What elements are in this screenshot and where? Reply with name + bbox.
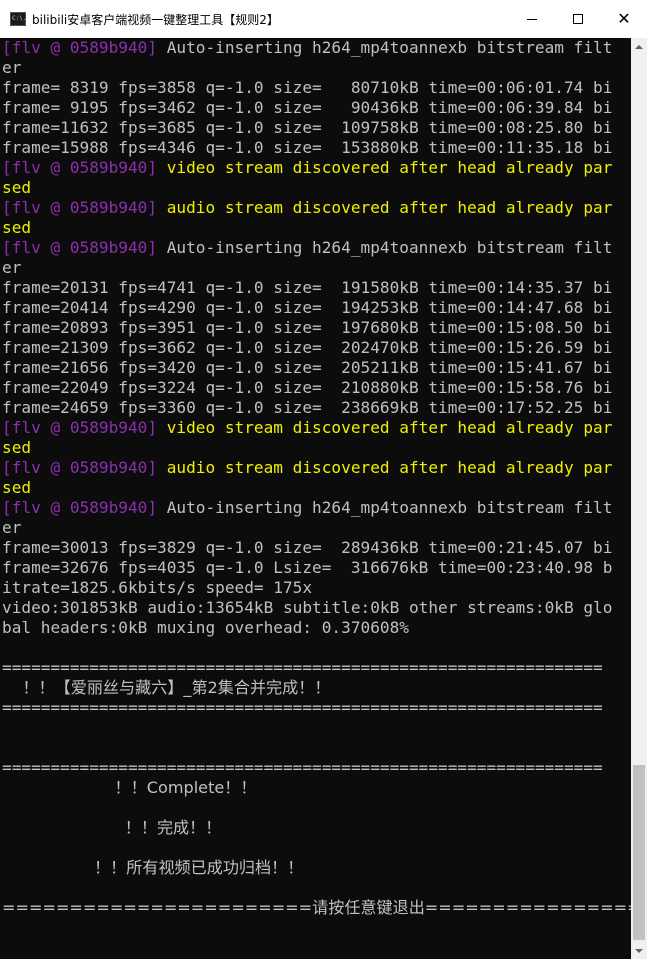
console-line: ========================================… (2, 698, 603, 718)
minimize-icon (527, 18, 537, 20)
close-icon: ✕ (617, 9, 631, 28)
title-bar[interactable]: C:\. bilibili安卓客户端视频一键整理工具【规则2】 ✕ (0, 0, 647, 38)
console-line: sed (2, 478, 31, 498)
window-title: bilibili安卓客户端视频一键整理工具【规则2】 (32, 13, 279, 27)
console-line: [flv @ 0589b940] Auto-inserting h264_mp4… (2, 38, 612, 58)
log-prefix: [flv @ 0589b940] (2, 198, 167, 217)
log-text: er (2, 258, 22, 277)
chevron-up-icon (635, 44, 643, 49)
console-line: video:301853kB audio:13654kB subtitle:0k… (2, 598, 612, 618)
console-line: frame=11632 fps=3685 q=-1.0 size= 109758… (2, 118, 612, 138)
log-text: frame=22049 fps=3224 q=-1.0 size= 210880… (2, 378, 613, 397)
log-text: frame=11632 fps=3685 q=-1.0 size= 109758… (2, 118, 613, 137)
maximize-icon (573, 14, 583, 24)
log-text: ========================================… (2, 758, 603, 777)
log-prefix: [flv @ 0589b940] (2, 238, 167, 257)
log-text: er (2, 518, 22, 537)
console-line: frame=24659 fps=3360 q=-1.0 size= 238669… (2, 398, 612, 418)
log-text: frame=21309 fps=3662 q=-1.0 size= 202470… (2, 338, 613, 357)
scroll-up-button[interactable] (631, 38, 647, 55)
console-line: frame=21309 fps=3662 q=-1.0 size= 202470… (2, 338, 612, 358)
console-line: sed (2, 218, 31, 238)
log-prefix: [flv @ 0589b940] (2, 498, 167, 517)
log-text: frame=20131 fps=4741 q=-1.0 size= 191580… (2, 278, 613, 297)
chevron-down-icon (635, 948, 643, 953)
console-line: [flv @ 0589b940] Auto-inserting h264_mp4… (2, 238, 612, 258)
console-line: bal headers:0kB muxing overhead: 0.37060… (2, 618, 409, 638)
console-output[interactable]: [flv @ 0589b940] Auto-inserting h264_mp4… (0, 38, 631, 959)
console-line: frame=20414 fps=4290 q=-1.0 size= 194253… (2, 298, 612, 318)
console-line: frame=20893 fps=3951 q=-1.0 size= 197680… (2, 318, 612, 338)
console-line: itrate=1825.6kbits/s speed= 175x (2, 578, 312, 598)
minimize-button[interactable] (509, 0, 555, 38)
console-line: =======================请按任意键退出==========… (2, 898, 631, 918)
console-line: frame= 9195 fps=3462 q=-1.0 size= 90436k… (2, 98, 612, 118)
log-text: sed (2, 178, 32, 197)
console-line: ========================================… (2, 758, 603, 778)
maximize-button[interactable] (555, 0, 601, 38)
console-app-icon[interactable]: C:\. (10, 12, 26, 26)
log-text: itrate=1825.6kbits/s speed= 175x (2, 578, 313, 597)
console-line: [flv @ 0589b940] video stream discovered… (2, 158, 612, 178)
log-text: frame=15988 fps=4346 q=-1.0 size= 153880… (2, 138, 613, 157)
console-line: [flv @ 0589b940] audio stream discovered… (2, 198, 612, 218)
console-line: frame= 8319 fps=3858 q=-1.0 size= 80710k… (2, 78, 612, 98)
console-line: [flv @ 0589b940] audio stream discovered… (2, 458, 612, 478)
console-line: sed (2, 178, 31, 198)
log-text: ========================================… (2, 658, 603, 677)
log-text: ！！【爱丽丝与藏六】_第2集合并完成！！ (2, 678, 331, 697)
log-text: frame=20893 fps=3951 q=-1.0 size= 197680… (2, 318, 613, 337)
console-line: frame=32676 fps=4035 q=-1.0 Lsize= 31667… (2, 558, 612, 578)
log-text: frame=24659 fps=3360 q=-1.0 size= 238669… (2, 398, 613, 417)
log-text: ！！完成！！ (2, 818, 222, 837)
log-text: video stream discovered after head alrea… (166, 418, 613, 437)
console-line: frame=30013 fps=3829 q=-1.0 size= 289436… (2, 538, 612, 558)
console-line: ！！Complete！！ (2, 778, 257, 798)
console-line: frame=15988 fps=4346 q=-1.0 size= 153880… (2, 138, 612, 158)
log-text: frame=21656 fps=3420 q=-1.0 size= 205211… (2, 358, 613, 377)
console-line: frame=21656 fps=3420 q=-1.0 size= 205211… (2, 358, 612, 378)
log-text: =======================请按任意键退出==========… (2, 898, 631, 917)
log-text: ！！Complete！！ (2, 778, 257, 797)
console-line: er (2, 258, 21, 278)
log-text: frame=32676 fps=4035 q=-1.0 Lsize= 31667… (2, 558, 613, 577)
console-line: sed (2, 438, 31, 458)
log-text: Auto-inserting h264_mp4toannexb bitstrea… (166, 38, 613, 57)
console-line: [flv @ 0589b940] Auto-inserting h264_mp4… (2, 498, 612, 518)
log-text: bal headers:0kB muxing overhead: 0.37060… (2, 618, 409, 637)
log-prefix: [flv @ 0589b940] (2, 458, 167, 477)
log-prefix: [flv @ 0589b940] (2, 418, 167, 437)
scrollbar-thumb[interactable] (633, 765, 645, 940)
console-line: [flv @ 0589b940] video stream discovered… (2, 418, 612, 438)
log-text: video:301853kB audio:13654kB subtitle:0k… (2, 598, 613, 617)
log-text: sed (2, 438, 32, 457)
log-text: Auto-inserting h264_mp4toannexb bitstrea… (166, 498, 613, 517)
close-button[interactable]: ✕ (601, 0, 647, 38)
log-text: sed (2, 218, 32, 237)
console-line: frame=20131 fps=4741 q=-1.0 size= 191580… (2, 278, 612, 298)
log-text: audio stream discovered after head alrea… (166, 198, 613, 217)
console-line: ========================================… (2, 658, 603, 678)
log-text: ========================================… (2, 698, 603, 717)
console-line: ！！所有视频已成功归档！！ (2, 858, 303, 878)
scroll-down-button[interactable] (631, 942, 647, 959)
log-text: er (2, 58, 22, 77)
log-text: audio stream discovered after head alrea… (166, 458, 613, 477)
console-line: frame=22049 fps=3224 q=-1.0 size= 210880… (2, 378, 612, 398)
log-text: frame=30013 fps=3829 q=-1.0 size= 289436… (2, 538, 613, 557)
console-line: ！！【爱丽丝与藏六】_第2集合并完成！！ (2, 678, 330, 698)
log-text: video stream discovered after head alrea… (166, 158, 613, 177)
log-prefix: [flv @ 0589b940] (2, 158, 167, 177)
log-text: frame= 9195 fps=3462 q=-1.0 size= 90436k… (2, 98, 613, 117)
console-line: er (2, 58, 21, 78)
log-text: frame= 8319 fps=3858 q=-1.0 size= 80710k… (2, 78, 613, 97)
console-line: ！！完成！！ (2, 818, 222, 838)
vertical-scrollbar[interactable] (631, 38, 647, 959)
log-prefix: [flv @ 0589b940] (2, 38, 167, 57)
log-text: frame=20414 fps=4290 q=-1.0 size= 194253… (2, 298, 613, 317)
log-text: sed (2, 478, 32, 497)
log-text: Auto-inserting h264_mp4toannexb bitstrea… (166, 238, 613, 257)
console-line: er (2, 518, 21, 538)
log-text: ！！所有视频已成功归档！！ (2, 858, 304, 877)
